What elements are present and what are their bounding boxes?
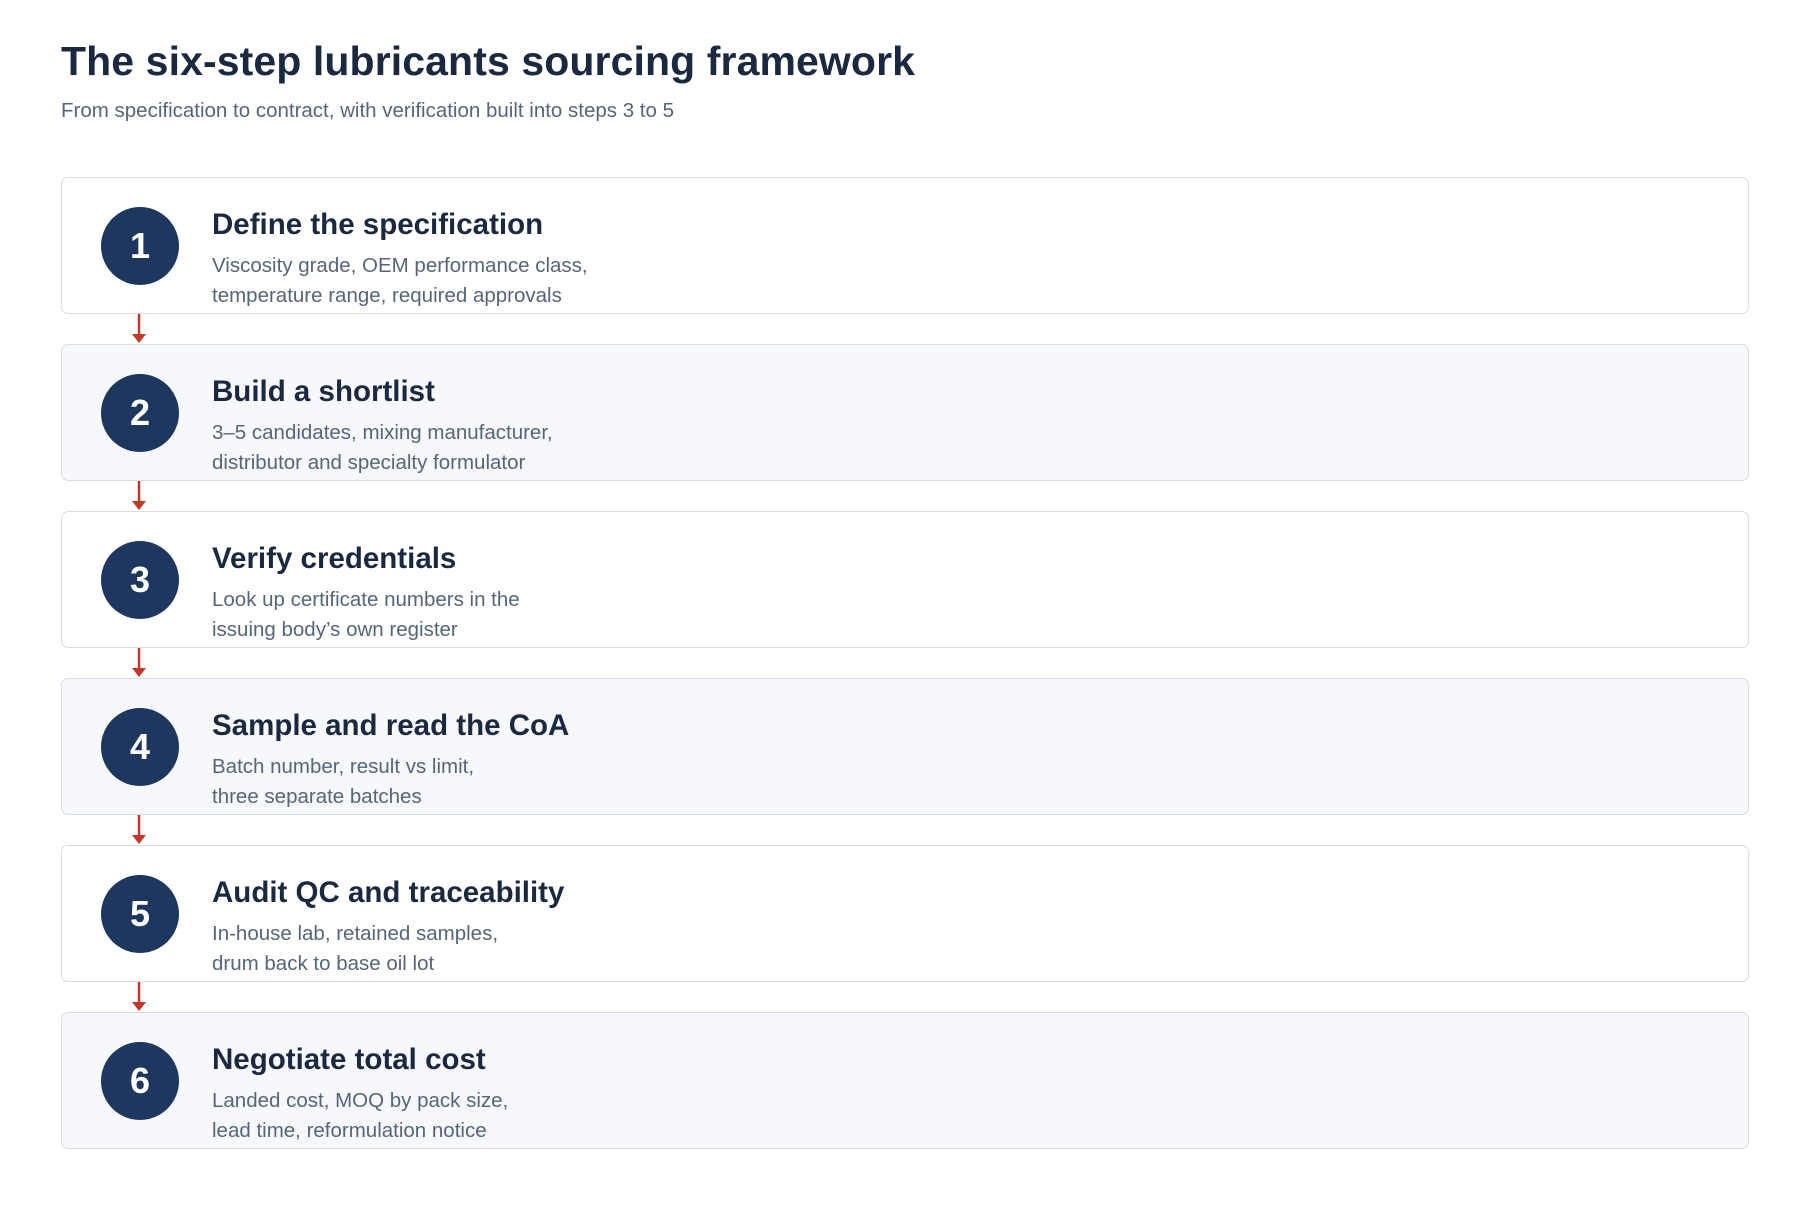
step-description: Viscosity grade, OEM performance class, … [212,251,588,311]
framework-page: The six-step lubricants sourcing framewo… [61,36,1751,1149]
step-description-line: issuing body’s own register [212,618,458,641]
step-title: Build a shortlist [212,375,435,408]
step-number-badge: 6 [101,1042,179,1120]
step-description-line: drum back to base oil lot [212,952,435,975]
step-description: Batch number, result vs limit, three sep… [212,752,474,812]
down-arrow-icon [132,648,146,678]
down-arrow-icon [132,982,146,1012]
step-title: Negotiate total cost [212,1043,486,1076]
step-number-badge: 3 [101,541,179,619]
step-description-line: Viscosity grade, OEM performance class, [212,254,588,277]
step-description-line: 3–5 candidates, mixing manufacturer, [212,421,553,444]
down-arrow-icon [132,815,146,845]
step-card-4: 4 Sample and read the CoA Batch number, … [61,678,1749,815]
step-card-5: 5 Audit QC and traceability In-house lab… [61,845,1749,982]
step-description: 3–5 candidates, mixing manufacturer, dis… [212,418,553,478]
page-title: The six-step lubricants sourcing framewo… [61,38,916,84]
step-description: Look up certificate numbers in the issui… [212,585,520,645]
step-card-3: 3 Verify credentials Look up certificate… [61,511,1749,648]
step-title: Verify credentials [212,542,457,575]
step-description-line: three separate batches [212,785,422,808]
step-description: In-house lab, retained samples, drum bac… [212,919,498,979]
step-description-line: Landed cost, MOQ by pack size, [212,1089,509,1112]
page-subtitle: From specification to contract, with ver… [61,99,674,122]
step-number-badge: 2 [101,374,179,452]
step-card-1: 1 Define the specification Viscosity gra… [61,177,1749,314]
step-description-line: lead time, reformulation notice [212,1119,487,1142]
step-number-badge: 4 [101,708,179,786]
step-description: Landed cost, MOQ by pack size, lead time… [212,1086,508,1146]
step-card-6: 6 Negotiate total cost Landed cost, MOQ … [61,1012,1749,1149]
step-number-badge: 5 [101,875,179,953]
step-description-line: temperature range, required approvals [212,284,562,307]
step-description-line: Batch number, result vs limit, [212,755,475,778]
step-number-badge: 1 [101,207,179,285]
step-description-line: In-house lab, retained samples, [212,922,499,945]
step-title: Define the specification [212,208,544,241]
down-arrow-icon [132,481,146,511]
step-title: Audit QC and traceability [212,876,565,909]
step-card-2: 2 Build a shortlist 3–5 candidates, mixi… [61,344,1749,481]
step-description-line: Look up certificate numbers in the [212,588,520,611]
step-title: Sample and read the CoA [212,709,570,742]
down-arrow-icon [132,314,146,344]
step-description-line: distributor and specialty formulator [212,451,526,474]
